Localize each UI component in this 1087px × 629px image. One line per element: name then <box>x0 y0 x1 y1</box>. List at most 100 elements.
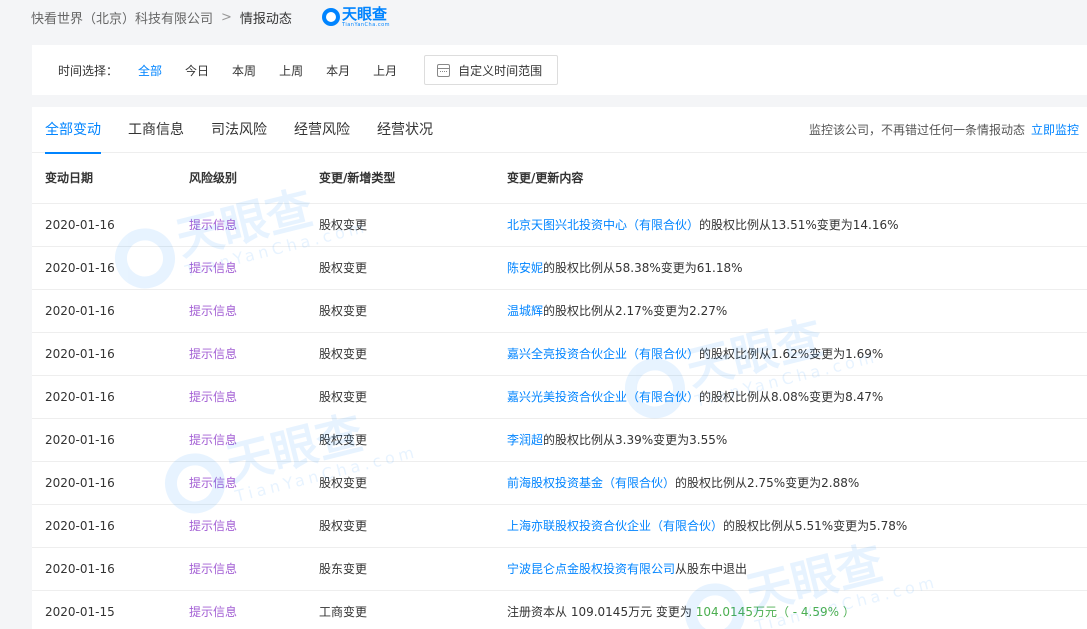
table-header-row: 变动日期 风险级别 变更/新增类型 变更/更新内容 <box>32 153 1087 203</box>
monitor-text: 监控该公司，不再错过任何一条情报动态 <box>808 123 1025 137</box>
tianyancha-logo-icon <box>321 8 340 26</box>
row-change-type: 股权变更 <box>306 503 494 547</box>
tab-all-changes[interactable]: 全部变动 <box>45 107 101 154</box>
header-change-content: 变更/更新内容 <box>507 171 584 186</box>
row-change-type: 股权变更 <box>306 460 494 504</box>
row-entity-link[interactable]: 嘉兴光美投资合伙企业（有限合伙） <box>507 390 699 404</box>
row-change-type: 股权变更 <box>306 374 494 418</box>
row-content: 北京天图兴北投资中心（有限合伙）的股权比例从13.51%变更为14.16% <box>494 202 1087 246</box>
row-risk-level: 提示信息 <box>176 460 306 504</box>
row-detail: 的股权比例从5.51%变更为5.78% <box>723 519 908 533</box>
row-risk-level: 提示信息 <box>176 546 306 590</box>
row-date: 2020-01-16 <box>32 460 176 504</box>
row-entity-link[interactable]: 北京天图兴北投资中心（有限合伙） <box>507 218 699 232</box>
row-detail: 注册资本从 109.0145万元 变更为 <box>507 605 696 620</box>
tianyancha-logo[interactable]: 天眼查 TianYanCha.com <box>321 0 390 34</box>
row-change-type: 工商变更 <box>306 589 494 629</box>
row-risk-level: 提示信息 <box>176 202 306 246</box>
row-detail: 的股权比例从8.08%变更为8.47% <box>699 390 884 404</box>
row-content: 上海亦联股权投资合伙企业（有限合伙）的股权比例从5.51%变更为5.78% <box>494 503 1087 547</box>
row-detail: 的股权比例从1.62%变更为1.69% <box>699 347 884 361</box>
row-detail: 的股权比例从2.17%变更为2.27% <box>543 304 728 318</box>
row-entity-link[interactable]: 温城辉 <box>507 304 543 318</box>
filter-option-all[interactable]: 全部 <box>138 62 162 79</box>
tab-operating-status[interactable]: 经营状况 <box>377 107 433 153</box>
row-date: 2020-01-16 <box>32 503 176 547</box>
table-row: 2020-01-16 提示信息 股东变更 宁波昆仑点金股权投资有限公司从股东中退… <box>32 546 1087 590</box>
filter-option-this-month[interactable]: 本月 <box>326 62 350 79</box>
row-entity-link[interactable]: 上海亦联股权投资合伙企业（有限合伙） <box>507 519 723 533</box>
row-entity-link[interactable]: 陈安妮 <box>507 261 543 275</box>
row-date: 2020-01-16 <box>32 417 176 461</box>
row-content: 嘉兴全亮投资合伙企业（有限合伙）的股权比例从1.62%变更为1.69% <box>494 331 1087 375</box>
row-entity-link[interactable]: 嘉兴全亮投资合伙企业（有限合伙） <box>507 347 699 361</box>
row-risk-level: 提示信息 <box>176 245 306 289</box>
row-new-capital: 104.0145万元（ - 4.59% ） <box>695 605 855 620</box>
row-change-type: 股权变更 <box>306 288 494 332</box>
monitor-now-link[interactable]: 立即监控 <box>1031 123 1079 137</box>
row-detail: 从股东中退出 <box>675 562 748 576</box>
row-risk-level: 提示信息 <box>176 374 306 418</box>
breadcrumb-company-link[interactable]: 快看世界（北京）科技有限公司 <box>31 8 213 27</box>
tab-operating-risk[interactable]: 经营风险 <box>294 107 350 153</box>
table-row: 2020-01-16 提示信息 股权变更 温城辉的股权比例从2.17%变更为2.… <box>32 288 1087 332</box>
row-risk-level: 提示信息 <box>176 503 306 547</box>
table-row: 2020-01-16 提示信息 股权变更 陈安妮的股权比例从58.38%变更为6… <box>32 245 1087 289</box>
row-change-type: 股权变更 <box>306 245 494 289</box>
row-content: 宁波昆仑点金股权投资有限公司从股东中退出 <box>494 546 1087 590</box>
row-entity-link[interactable]: 宁波昆仑点金股权投资有限公司 <box>507 562 675 576</box>
breadcrumb-separator: > <box>221 9 232 25</box>
filter-option-last-week[interactable]: 上周 <box>279 62 303 79</box>
table-row: 2020-01-16 提示信息 股权变更 北京天图兴北投资中心（有限合伙）的股权… <box>32 202 1087 246</box>
monitor-prompt: 监控该公司，不再错过任何一条情报动态 立即监控 <box>809 107 1079 153</box>
tab-business-info[interactable]: 工商信息 <box>128 107 184 153</box>
filter-option-today[interactable]: 今日 <box>185 62 209 79</box>
time-filter-label: 时间选择： <box>58 63 119 78</box>
filter-option-this-week[interactable]: 本周 <box>232 62 256 79</box>
time-filter-bar: 时间选择： 全部 今日 本周 上周 本月 上月 自定义时间范围 <box>32 45 1087 95</box>
row-risk-level: 提示信息 <box>176 417 306 461</box>
row-date: 2020-01-16 <box>32 546 176 590</box>
row-risk-level: 提示信息 <box>176 331 306 375</box>
breadcrumb: 快看世界（北京）科技有限公司 > 情报动态 天眼查 TianYanCha.com <box>31 0 390 34</box>
header-change-date: 变动日期 <box>45 171 94 186</box>
row-detail: 的股权比例从3.39%变更为3.55% <box>543 433 728 447</box>
table-row: 2020-01-16 提示信息 股权变更 上海亦联股权投资合伙企业（有限合伙）的… <box>32 503 1087 547</box>
row-change-type: 股权变更 <box>306 417 494 461</box>
changes-table: 变动日期 风险级别 变更/新增类型 变更/更新内容 2020-01-16 提示信… <box>32 153 1087 629</box>
row-content: 温城辉的股权比例从2.17%变更为2.27% <box>494 288 1087 332</box>
row-detail: 的股权比例从58.38%变更为61.18% <box>543 261 743 275</box>
calendar-icon <box>437 63 451 77</box>
row-change-type: 股权变更 <box>306 331 494 375</box>
custom-range-label: 自定义时间范围 <box>458 63 543 78</box>
table-row: 2020-01-16 提示信息 股权变更 李润超的股权比例从3.39%变更为3.… <box>32 417 1087 461</box>
row-date: 2020-01-16 <box>32 374 176 418</box>
row-risk-level: 提示信息 <box>176 589 306 629</box>
row-content: 李润超的股权比例从3.39%变更为3.55% <box>494 417 1087 461</box>
row-date: 2020-01-16 <box>32 245 176 289</box>
custom-range-button[interactable]: 自定义时间范围 <box>424 55 559 85</box>
row-content: 嘉兴光美投资合伙企业（有限合伙）的股权比例从8.08%变更为8.47% <box>494 374 1087 418</box>
row-date: 2020-01-16 <box>32 331 176 375</box>
row-date: 2020-01-15 <box>32 589 176 629</box>
row-detail: 的股权比例从2.75%变更为2.88% <box>675 476 860 490</box>
table-row: 2020-01-16 提示信息 股权变更 嘉兴全亮投资合伙企业（有限合伙）的股权… <box>32 331 1087 375</box>
logo-text: 天眼查 <box>341 4 387 23</box>
row-risk-level: 提示信息 <box>176 288 306 332</box>
row-date: 2020-01-16 <box>32 288 176 332</box>
row-content: 注册资本从 109.0145万元 变更为 104.0145万元（ - 4.59%… <box>494 589 1087 629</box>
row-entity-link[interactable]: 李润超 <box>507 433 543 447</box>
tab-judicial-risk[interactable]: 司法风险 <box>211 107 267 153</box>
row-change-type: 股权变更 <box>306 202 494 246</box>
header-risk-level: 风险级别 <box>189 171 238 186</box>
row-content: 陈安妮的股权比例从58.38%变更为61.18% <box>494 245 1087 289</box>
category-tabs: 全部变动 工商信息 司法风险 经营风险 经营状况 监控该公司，不再错过任何一条情… <box>32 107 1087 154</box>
filter-option-last-month[interactable]: 上月 <box>373 62 397 79</box>
header-change-type: 变更/新增类型 <box>319 171 396 186</box>
table-row: 2020-01-15 提示信息 工商变更 注册资本从 109.0145万元 变更… <box>32 589 1087 629</box>
row-entity-link[interactable]: 前海股权投资基金（有限合伙） <box>507 476 675 490</box>
table-row: 2020-01-16 提示信息 股权变更 前海股权投资基金（有限合伙）的股权比例… <box>32 460 1087 504</box>
table-row: 2020-01-16 提示信息 股权变更 嘉兴光美投资合伙企业（有限合伙）的股权… <box>32 374 1087 418</box>
news-panel: 全部变动 工商信息 司法风险 经营风险 经营状况 监控该公司，不再错过任何一条情… <box>32 107 1087 629</box>
row-change-type: 股东变更 <box>306 546 494 590</box>
